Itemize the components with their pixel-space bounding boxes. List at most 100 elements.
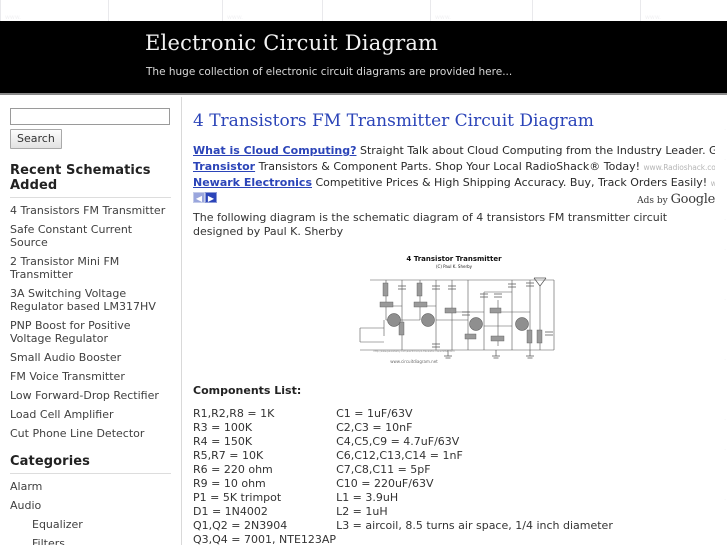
top-ad-cell[interactable] xyxy=(532,0,640,21)
component-left-cell: Q3,Q4 = 7001, NTE123AP xyxy=(193,533,337,545)
ad-body-text-1: Transistors & Component Parts. Shop Your… xyxy=(255,160,644,173)
table-row: Q3,Q4 = 7001, NTE123AP xyxy=(193,533,613,545)
ad-row: What is Cloud Computing? Straight Talk a… xyxy=(193,143,715,159)
ad-prev-icon[interactable]: ◀ xyxy=(193,192,205,203)
component-left-cell: R3 = 100K xyxy=(193,421,253,434)
ad-headline-link-0[interactable]: What is Cloud Computing? xyxy=(193,144,356,157)
list-item: 3A Switching Voltage Regulator based LM3… xyxy=(10,287,171,313)
list-item: Cut Phone Line Detector xyxy=(10,427,171,440)
ad-footer: ◀ ▶ Ads by Google xyxy=(193,192,715,207)
components-table: R1,R2,R8 = 1K C1 = 1uF/63V R3 = 100K C2,C3 … xyxy=(193,407,613,545)
sidebar-item-category-3[interactable]: Filters xyxy=(32,537,65,545)
site-tagline: The huge collection of electronic circui… xyxy=(146,66,513,78)
site-masthead: Electronic Circuit Diagram The huge coll… xyxy=(0,21,727,95)
ad-row: Transistor Transistors & Component Parts… xyxy=(193,159,715,175)
top-ad-ghost-text: www. xyxy=(5,14,22,21)
sidebar-item-recent-5[interactable]: Small Audio Booster xyxy=(10,351,121,364)
divider xyxy=(10,473,171,474)
top-ad-ghost-text: www. xyxy=(645,14,662,21)
ad-headline-link-2[interactable]: Newark Electronics xyxy=(193,176,312,189)
list-item: Audio xyxy=(10,499,171,512)
google-wordmark: Google xyxy=(670,192,716,207)
ad-display-url-1: www.Radioshack.com xyxy=(643,163,716,172)
component-right-cell xyxy=(336,533,613,545)
component-right-cell: C2,C3 = 10nF xyxy=(336,421,413,434)
recent-schematics-heading: Recent Schematics Added xyxy=(10,163,151,193)
search-input[interactable] xyxy=(10,108,170,125)
sidebar-item-recent-2[interactable]: 2 Transistor Mini FM Transmitter xyxy=(10,255,119,281)
ads-by-prefix: Ads by xyxy=(637,196,671,206)
sidebar-item-category-2[interactable]: Equalizer xyxy=(32,518,83,531)
sidebar-item-recent-1[interactable]: Safe Constant Current Source xyxy=(10,223,132,249)
sidebar-item-recent-8[interactable]: Load Cell Amplifier xyxy=(10,408,114,421)
table-row: D1 = 1N4002 L2 = 1uH xyxy=(193,505,613,519)
table-row: R3 = 100K C2,C3 = 10nF xyxy=(193,421,613,435)
top-ad-cell[interactable]: www. xyxy=(640,0,727,21)
ad-display-url-2: www.newark.com xyxy=(710,179,715,188)
search-form: Search xyxy=(10,97,171,149)
list-item: Alarm xyxy=(10,480,171,493)
sidebar-item-category-1[interactable]: Audio xyxy=(10,499,41,512)
top-ad-cell[interactable] xyxy=(322,0,430,21)
sidebar-item-recent-7[interactable]: Low Forward-Drop Rectifier xyxy=(10,389,159,402)
categories-list: AlarmAudioEqualizerFiltersGuitar Effects… xyxy=(10,480,171,545)
sidebar-item-recent-0[interactable]: 4 Transistors FM Transmitter xyxy=(10,204,165,217)
top-ad-ghost-text: www. xyxy=(227,14,244,21)
divider xyxy=(10,197,171,198)
figure-subtitle: (C) Paul K. Sherby xyxy=(436,264,473,269)
table-row: R9 = 10 ohm C10 = 220uF/63V xyxy=(193,477,613,491)
list-item: Safe Constant Current Source xyxy=(10,223,171,249)
top-ad-cell[interactable]: www. xyxy=(430,0,532,21)
list-item: PNP Boost for Positive Voltage Regulator xyxy=(10,319,171,345)
ad-next-icon[interactable]: ▶ xyxy=(205,192,217,203)
table-row: R1,R2,R8 = 1K C1 = 1uF/63V xyxy=(193,407,613,421)
categories-heading: Categories xyxy=(10,454,91,469)
component-left-cell: R5,R7 = 10K xyxy=(193,449,264,462)
list-item: Equalizer xyxy=(10,518,171,531)
top-ad-cell[interactable]: www. xyxy=(0,0,108,21)
table-row: R6 = 220 ohm C7,C8,C11 = 5pF xyxy=(193,463,613,477)
component-left-cell: P1 = 5K trimpot xyxy=(193,491,282,504)
adsense-block: What is Cloud Computing? Straight Talk a… xyxy=(193,143,715,191)
figure-note: http://www.paulsherby.com/electronics/4-… xyxy=(373,350,454,353)
sidebar-item-recent-6[interactable]: FM Voice Transmitter xyxy=(10,370,125,383)
sidebar-item-recent-4[interactable]: PNP Boost for Positive Voltage Regulator xyxy=(10,319,131,345)
page-title: 4 Transistors FM Transmitter Circuit Dia… xyxy=(193,111,594,131)
component-right-cell: L3 = aircoil, 8.5 turns air space, 1/4 i… xyxy=(336,519,613,532)
component-left-cell: R6 = 220 ohm xyxy=(193,463,273,476)
component-right-cell: C1 = 1uF/63V xyxy=(336,407,413,420)
schematic-image: 4 Transistor Transmitter (C) Paul K. She… xyxy=(340,250,568,370)
list-item: Low Forward-Drop Rectifier xyxy=(10,389,171,402)
ads-by-google-label[interactable]: Ads by Google xyxy=(637,192,715,207)
top-ad-cell[interactable] xyxy=(108,0,222,21)
sidebar-item-category-0[interactable]: Alarm xyxy=(10,480,42,493)
table-row: R4 = 150K C4,C5,C9 = 4.7uF/63V xyxy=(193,435,613,449)
list-item: Load Cell Amplifier xyxy=(10,408,171,421)
component-right-cell: L1 = 3.9uH xyxy=(336,491,399,504)
top-ad-ghost-text: www. xyxy=(435,14,452,21)
search-button[interactable]: Search xyxy=(10,129,62,149)
component-left-cell: Q1,Q2 = 2N3904 xyxy=(193,519,288,532)
top-ad-cell[interactable]: www. xyxy=(222,0,322,21)
component-right-cell: C7,C8,C11 = 5pF xyxy=(336,463,431,476)
sidebar: Search Recent Schematics Added 4 Transis… xyxy=(0,97,182,545)
list-item: Filters xyxy=(10,537,171,545)
component-right-cell: L2 = 1uH xyxy=(336,505,388,518)
sidebar-item-recent-3[interactable]: 3A Switching Voltage Regulator based LM3… xyxy=(10,287,156,313)
list-item: 4 Transistors FM Transmitter xyxy=(10,204,171,217)
main-content: 4 Transistors FM Transmitter Circuit Dia… xyxy=(183,97,727,545)
ad-headline-link-1[interactable]: Transistor xyxy=(193,160,255,173)
table-row: R5,R7 = 10K C6,C12,C13,C14 = 1nF xyxy=(193,449,613,463)
table-row: Q1,Q2 = 2N3904 L3 = aircoil, 8.5 turns ai… xyxy=(193,519,613,533)
component-left-cell: R1,R2,R8 = 1K xyxy=(193,407,275,420)
site-title: Electronic Circuit Diagram xyxy=(145,31,439,55)
component-right-cell: C6,C12,C13,C14 = 1nF xyxy=(336,449,463,462)
ad-row: Newark Electronics Competitive Prices & … xyxy=(193,175,715,191)
sidebar-item-recent-9[interactable]: Cut Phone Line Detector xyxy=(10,427,144,440)
table-row: P1 = 5K trimpot L1 = 3.9uH xyxy=(193,491,613,505)
ad-body-text-2: Competitive Prices & High Shipping Accur… xyxy=(312,176,711,189)
intro-paragraph: The following diagram is the schematic d… xyxy=(193,211,668,238)
component-right-cell: C10 = 220uF/63V xyxy=(336,477,434,490)
schematic-figure: 4 Transistor Transmitter (C) Paul K. She… xyxy=(340,250,568,370)
list-item: 2 Transistor Mini FM Transmitter xyxy=(10,255,171,281)
